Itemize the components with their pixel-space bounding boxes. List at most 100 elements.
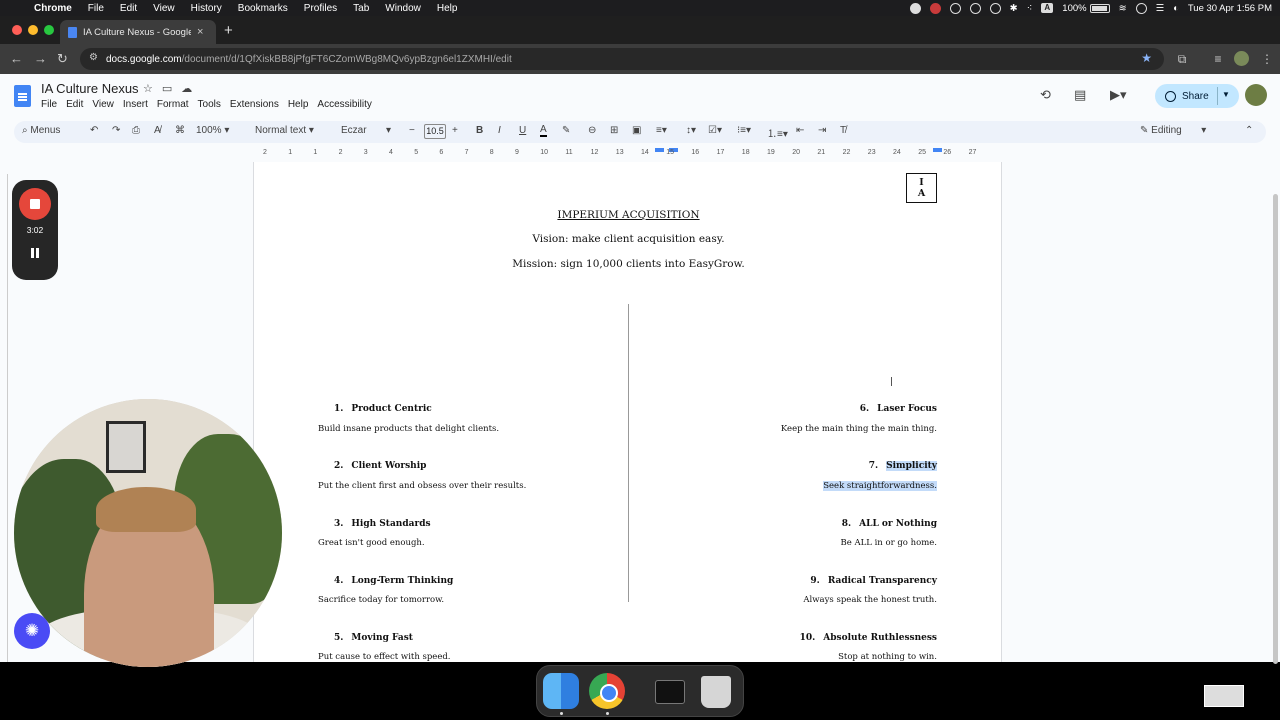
- menu-view[interactable]: View: [153, 3, 175, 14]
- new-tab-icon[interactable]: +: [224, 22, 233, 39]
- gear-icon[interactable]: [909, 2, 921, 14]
- webcam-bubble[interactable]: [14, 399, 282, 667]
- italic-icon[interactable]: I: [498, 125, 501, 136]
- text-color-icon[interactable]: A: [540, 125, 547, 137]
- vertical-ruler[interactable]: [0, 174, 8, 662]
- clear-formatting-icon[interactable]: T̸: [840, 125, 846, 136]
- stop-recording-button[interactable]: [19, 188, 51, 220]
- highlight-icon[interactable]: ✎: [562, 125, 570, 136]
- document-scrollbar[interactable]: [1273, 194, 1278, 664]
- menu-window[interactable]: Window: [385, 3, 421, 14]
- close-tab-icon[interactable]: ×: [197, 26, 203, 38]
- docs-menu-edit[interactable]: Edit: [66, 99, 83, 110]
- docs-menu-help[interactable]: Help: [288, 99, 309, 110]
- share-dropdown-icon[interactable]: ▼: [1222, 90, 1230, 99]
- docs-menu-tools[interactable]: Tools: [198, 99, 221, 110]
- screenshot-thumbnail[interactable]: [1204, 685, 1244, 707]
- menu-help[interactable]: Help: [437, 3, 458, 14]
- dotted-icon[interactable]: ⁖: [1027, 3, 1033, 14]
- pause-icon[interactable]: [30, 248, 40, 258]
- assistant-icon[interactable]: ✺: [14, 613, 50, 649]
- menu-bookmarks[interactable]: Bookmarks: [238, 3, 288, 14]
- document-page[interactable]: I A IMPERIUM ACQUISITION Vision: make cl…: [253, 162, 1002, 662]
- search-icon[interactable]: [1135, 2, 1147, 14]
- underline-icon[interactable]: U: [519, 125, 526, 136]
- image-icon[interactable]: ▣: [632, 125, 641, 136]
- collapse-menus-icon[interactable]: ⌃: [1245, 125, 1253, 136]
- zoom-select[interactable]: 100% ▾: [196, 125, 229, 136]
- docs-menu-insert[interactable]: Insert: [123, 99, 148, 110]
- control-center-icon[interactable]: ☰: [1156, 3, 1165, 14]
- site-info-icon[interactable]: ⚙: [89, 52, 98, 63]
- back-icon[interactable]: ←: [10, 51, 23, 66]
- bookmark-star-icon[interactable]: ★: [1141, 51, 1152, 65]
- minimize-window-button[interactable]: [28, 25, 38, 35]
- chrome-menu-icon[interactable]: ⋮: [1260, 52, 1274, 66]
- menu-app-chrome[interactable]: Chrome: [34, 3, 72, 14]
- docs-menu-format[interactable]: Format: [157, 99, 189, 110]
- profile-avatar[interactable]: [1234, 51, 1249, 66]
- bold-icon[interactable]: B: [476, 125, 483, 136]
- reading-list-icon[interactable]: ≡: [1211, 52, 1225, 66]
- menu-history[interactable]: History: [191, 3, 222, 14]
- docs-menu-view[interactable]: View: [92, 99, 114, 110]
- siri-icon[interactable]: ◐: [1173, 3, 1179, 14]
- cloud-status-icon[interactable]: ☁: [181, 82, 192, 95]
- font-select[interactable]: Eczar ▾: [341, 125, 391, 136]
- extensions-icon[interactable]: ⧉: [1175, 52, 1189, 66]
- docs-menu-extensions[interactable]: Extensions: [230, 99, 279, 110]
- screen-app-icon[interactable]: [655, 680, 685, 704]
- increase-indent-icon[interactable]: ⇥: [818, 125, 826, 136]
- docs-menu-accessibility[interactable]: Accessibility: [317, 99, 371, 110]
- user-avatar[interactable]: [1245, 84, 1267, 106]
- font-size-input[interactable]: 10.5: [424, 124, 446, 139]
- browser-tab[interactable]: IA Culture Nexus - Google Docs ×: [60, 20, 216, 44]
- menu-profiles[interactable]: Profiles: [304, 3, 337, 14]
- horizontal-ruler[interactable]: 2 1 1 2 3 4 5 6 7 8 9 10 11 12 13 14 15 16 17 18 19 20 21 22 23 2…: [253, 148, 1002, 159]
- spellcheck-icon[interactable]: A̸: [154, 125, 161, 136]
- trash-icon[interactable]: [701, 676, 731, 708]
- editing-mode-select[interactable]: ✎ Editing ▾: [1140, 125, 1206, 136]
- chrome-icon[interactable]: [589, 673, 625, 709]
- zoom-window-button[interactable]: [44, 25, 54, 35]
- bullet-list-icon[interactable]: ⁝≡▾: [737, 125, 751, 136]
- decrease-font-icon[interactable]: −: [409, 125, 415, 136]
- finder-icon[interactable]: [543, 673, 579, 709]
- redo-icon[interactable]: ↷: [112, 125, 120, 136]
- clock[interactable]: Tue 30 Apr 1:56 PM: [1188, 3, 1272, 14]
- move-folder-icon[interactable]: ▭: [162, 82, 172, 95]
- link-icon[interactable]: ⊖: [588, 125, 596, 136]
- checklist-icon[interactable]: ☑▾: [708, 125, 722, 136]
- recording-icon[interactable]: [929, 2, 941, 14]
- line-spacing-icon[interactable]: ↕▾: [686, 125, 696, 136]
- comments-icon[interactable]: ▤: [1074, 87, 1086, 103]
- increase-font-icon[interactable]: +: [452, 125, 458, 136]
- menus-search[interactable]: ⌕ Menus: [22, 125, 60, 136]
- docs-menu-file[interactable]: File: [41, 99, 57, 110]
- reload-icon[interactable]: ↻: [57, 51, 68, 67]
- comment-icon[interactable]: ⊞: [610, 125, 618, 136]
- menu-edit[interactable]: Edit: [120, 3, 137, 14]
- paint-format-icon[interactable]: ⌘: [175, 125, 185, 136]
- input-source-icon[interactable]: A: [1041, 3, 1054, 13]
- decrease-indent-icon[interactable]: ⇤: [796, 125, 804, 136]
- left-indent-marker[interactable]: [655, 148, 664, 152]
- battery-status[interactable]: 100%: [1062, 3, 1110, 14]
- airdrop-icon[interactable]: [989, 2, 1001, 14]
- meet-icon[interactable]: ▶▾: [1110, 87, 1127, 103]
- print-icon[interactable]: ⎙: [132, 125, 140, 136]
- docs-logo-icon[interactable]: [14, 85, 31, 107]
- style-select[interactable]: Normal text ▾: [255, 125, 314, 136]
- share-button[interactable]: Share ▼: [1155, 84, 1239, 108]
- undo-icon[interactable]: ↶: [90, 125, 98, 136]
- menu-file[interactable]: File: [88, 3, 104, 14]
- document-title[interactable]: IA Culture Nexus: [41, 81, 139, 96]
- close-window-button[interactable]: [12, 25, 22, 35]
- minus-circle-icon[interactable]: [949, 2, 961, 14]
- star-icon[interactable]: ☆: [143, 82, 153, 95]
- numbered-list-icon[interactable]: ⒈≡▾: [767, 125, 788, 140]
- wifi-icon[interactable]: ≋: [1119, 3, 1127, 14]
- align-icon[interactable]: ≡▾: [656, 125, 667, 136]
- url-bar[interactable]: ⚙ docs.google.com /document/d/1QfXiskBB8…: [80, 48, 1164, 70]
- right-indent-marker[interactable]: [933, 148, 942, 152]
